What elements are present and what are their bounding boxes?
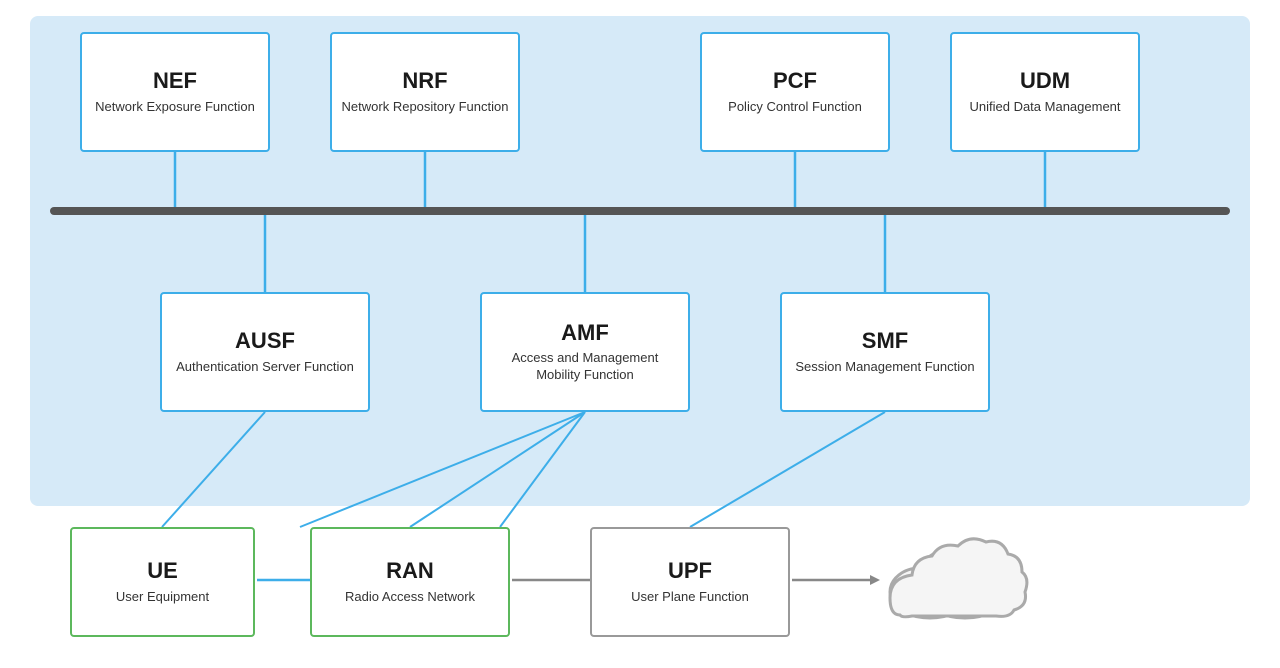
- udm-subtitle: Unified Data Management: [969, 99, 1120, 116]
- pcf-subtitle: Policy Control Function: [728, 99, 862, 116]
- ue-box: UE User Equipment: [70, 527, 255, 637]
- ran-title: RAN: [386, 558, 434, 584]
- amf-title: AMF: [561, 320, 609, 346]
- upf-title: UPF: [668, 558, 712, 584]
- ausf-box: AUSF Authentication Server Function: [160, 292, 370, 412]
- pcf-box: PCF Policy Control Function: [700, 32, 890, 152]
- nef-box: NEF Network Exposure Function: [80, 32, 270, 152]
- pcf-title: PCF: [773, 68, 817, 94]
- ran-subtitle: Radio Access Network: [345, 589, 475, 606]
- nrf-title: NRF: [402, 68, 447, 94]
- upf-subtitle: User Plane Function: [631, 589, 749, 606]
- upf-box: UPF User Plane Function: [590, 527, 790, 637]
- udm-box: UDM Unified Data Management: [950, 32, 1140, 152]
- amf-subtitle: Access and Management Mobility Function: [490, 350, 680, 384]
- ue-title: UE: [147, 558, 178, 584]
- udm-title: UDM: [1020, 68, 1070, 94]
- smf-box: SMF Session Management Function: [780, 292, 990, 412]
- ran-box: RAN Radio Access Network: [310, 527, 510, 637]
- nef-title: NEF: [153, 68, 197, 94]
- ue-subtitle: User Equipment: [116, 589, 209, 606]
- smf-subtitle: Session Management Function: [795, 359, 974, 376]
- amf-box: AMF Access and Management Mobility Funct…: [480, 292, 690, 412]
- ausf-title: AUSF: [235, 328, 295, 354]
- smf-title: SMF: [862, 328, 908, 354]
- nrf-box: NRF Network Repository Function: [330, 32, 520, 152]
- diagram-container: NEF Network Exposure Function NRF Networ…: [0, 0, 1280, 668]
- cloud-icon: [870, 520, 1030, 640]
- ausf-subtitle: Authentication Server Function: [176, 359, 354, 376]
- nef-subtitle: Network Exposure Function: [95, 99, 255, 116]
- nrf-subtitle: Network Repository Function: [342, 99, 509, 116]
